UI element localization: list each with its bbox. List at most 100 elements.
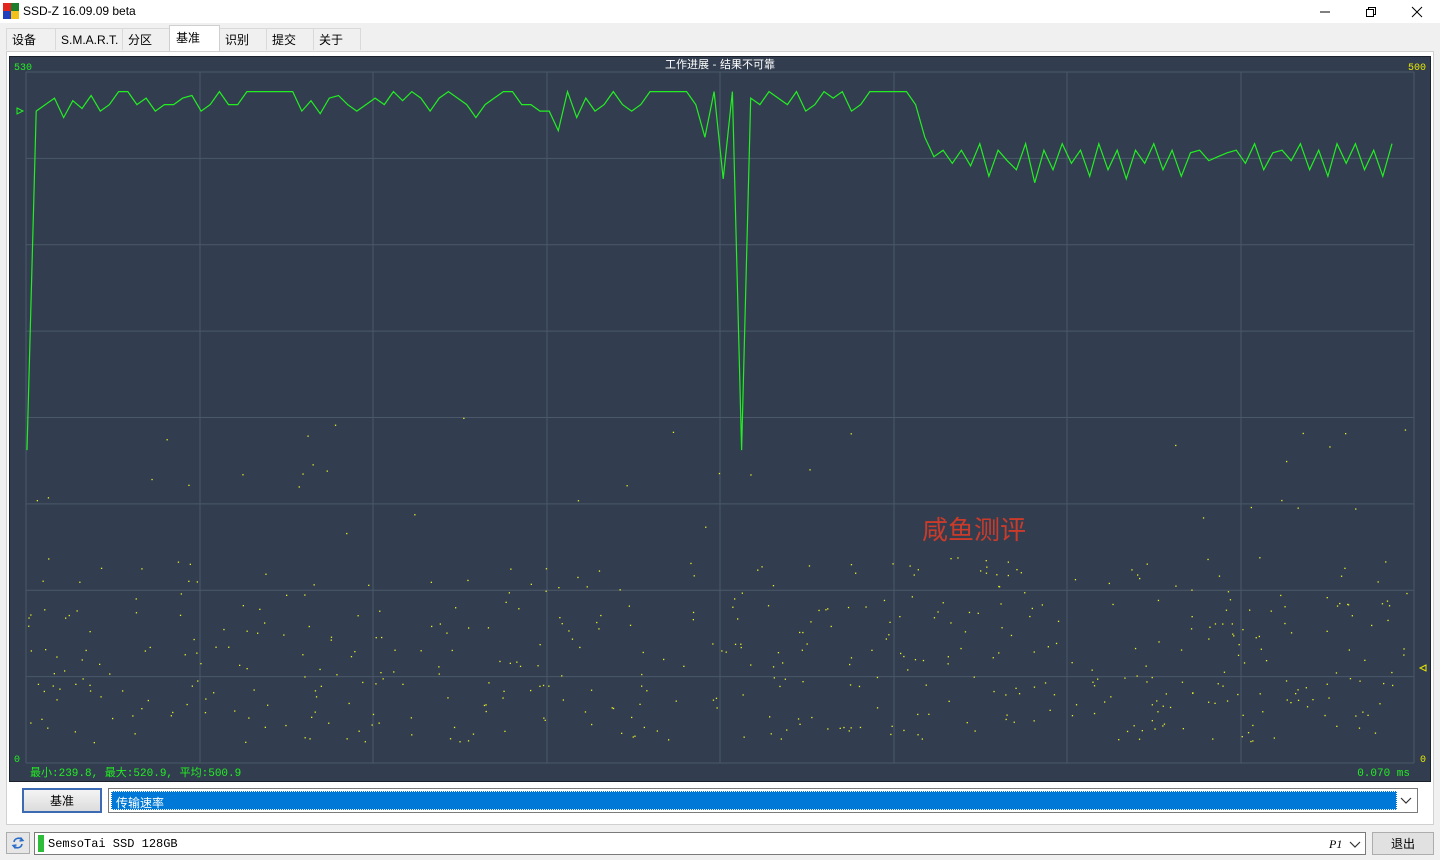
access-time-point [485, 710, 487, 713]
device-select[interactable]: SemsoTai SSD 128GB P1 [34, 832, 1366, 855]
access-time-point [809, 469, 811, 471]
access-time-point [850, 433, 852, 435]
access-time-point [596, 621, 598, 624]
access-time-point [716, 707, 718, 709]
access-time-point [773, 677, 775, 679]
access-time-point [1404, 429, 1407, 431]
access-time-point [992, 657, 994, 659]
access-time-point [825, 609, 827, 611]
access-time-point [1403, 654, 1405, 656]
access-time-point [285, 724, 287, 727]
exit-button[interactable]: 退出 [1372, 832, 1434, 855]
access-time-point [30, 614, 32, 616]
tab-device[interactable]: 设备 [6, 28, 56, 50]
tab-identify[interactable]: 识别 [219, 28, 267, 50]
access-time-point [784, 678, 786, 680]
access-time-point [1156, 700, 1158, 702]
tab-smart[interactable]: S.M.A.R.T. [55, 28, 123, 50]
access-time-point [53, 673, 55, 675]
access-time-point [888, 634, 890, 636]
access-time-point [641, 685, 643, 687]
access-time-point [539, 644, 541, 646]
access-time-point [172, 711, 174, 714]
access-time-point [502, 697, 504, 699]
access-time-point [1000, 603, 1002, 605]
access-time-point [326, 470, 328, 472]
access-time-point [30, 650, 32, 652]
access-time-point [239, 664, 241, 666]
access-time-point [379, 610, 381, 612]
access-time-point [693, 575, 695, 577]
access-time-point [1218, 575, 1221, 577]
chevron-down-icon[interactable] [1397, 792, 1415, 809]
access-time-point [1015, 687, 1017, 689]
access-time-point [166, 439, 168, 441]
tab-partition[interactable]: 分区 [122, 28, 170, 50]
access-time-point [1259, 557, 1261, 559]
access-time-point [93, 742, 95, 744]
access-time-point [1055, 642, 1058, 645]
tab-submit[interactable]: 提交 [266, 28, 314, 50]
access-time-point [545, 568, 548, 570]
access-time-point [937, 611, 939, 613]
access-time-point [1379, 703, 1381, 705]
access-time-point [1344, 567, 1346, 569]
access-time-point [346, 738, 348, 740]
access-time-point [876, 707, 879, 709]
access-time-point [319, 668, 321, 671]
access-time-point [1118, 739, 1120, 741]
access-time-point [663, 658, 665, 661]
access-time-point [993, 690, 995, 693]
device-partition: P1 [1329, 837, 1343, 851]
tab-benchmark[interactable]: 基准 [169, 25, 220, 51]
access-time-points [28, 417, 1408, 744]
access-time-point [799, 723, 801, 725]
chevron-down-icon[interactable] [1348, 836, 1362, 852]
access-time-point [743, 736, 745, 738]
access-time-point [562, 699, 564, 701]
chart-title: 工作进展 - 结果不可靠 [665, 57, 775, 71]
access-time-point [750, 474, 752, 476]
access-time-point [1208, 638, 1210, 640]
access-time-point [1093, 712, 1096, 715]
access-time-point [1151, 704, 1153, 706]
access-time-point [330, 639, 332, 641]
access-time-point [1146, 681, 1148, 683]
access-time-point [797, 718, 800, 720]
access-time-point [414, 514, 416, 516]
refresh-button[interactable] [6, 832, 30, 854]
access-time-point [1355, 508, 1357, 510]
access-time-point [917, 569, 919, 571]
access-time-point [734, 598, 736, 600]
access-time-point [455, 607, 457, 609]
access-time-point [1227, 591, 1230, 593]
access-time-point [446, 632, 448, 634]
access-time-point [1175, 444, 1177, 447]
access-time-point [577, 576, 579, 579]
access-time-point [186, 703, 188, 706]
access-time-point [1005, 694, 1007, 696]
tab-bar: 设备 S.M.A.R.T. 分区 基准 识别 提交 关于 [0, 23, 1440, 53]
close-button[interactable] [1394, 0, 1440, 23]
tab-about[interactable]: 关于 [313, 28, 361, 50]
benchmark-button[interactable]: 基准 [22, 788, 102, 813]
access-time-point [656, 730, 658, 732]
mode-value: 传输速率 [116, 796, 165, 810]
access-time-point [485, 704, 487, 706]
access-time-point [1364, 659, 1366, 661]
access-time-point [37, 683, 40, 685]
access-time-point [1057, 620, 1060, 622]
minimize-button[interactable] [1302, 0, 1348, 23]
access-time-point [968, 611, 971, 614]
access-time-point [147, 699, 149, 702]
access-time-point [859, 726, 862, 729]
access-time-point [1290, 702, 1292, 704]
mode-select[interactable]: 传输速率 [108, 788, 1418, 813]
access-time-point [314, 711, 316, 713]
stats-label: 最小:239.8, 最大:520.9, 平均:500.9 [30, 765, 241, 780]
access-time-point [1324, 714, 1326, 717]
restore-button[interactable] [1348, 0, 1394, 23]
access-time-point [1033, 686, 1036, 688]
access-time-point [85, 649, 87, 652]
access-time-point [1033, 651, 1035, 653]
